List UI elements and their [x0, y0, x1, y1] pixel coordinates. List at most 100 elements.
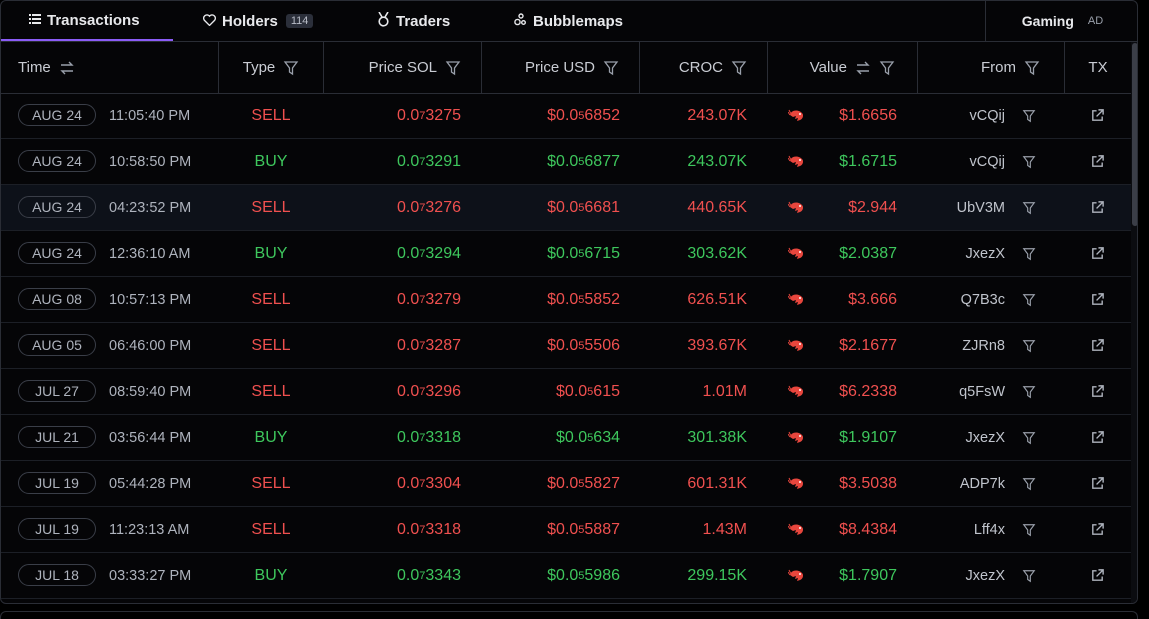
tab-traders[interactable]: Traders: [377, 1, 450, 41]
date-pill: AUG 24: [18, 196, 96, 218]
external-link-icon[interactable]: [1088, 277, 1106, 322]
maker-address[interactable]: q5FsW: [931, 369, 1005, 414]
filter-icon[interactable]: [1024, 60, 1040, 76]
filter-icon[interactable]: [1020, 139, 1038, 184]
maker-address[interactable]: ZJRn8: [931, 323, 1005, 368]
croc-amount-cell: 601.31K: [687, 474, 747, 492]
table-row[interactable]: AUG 24 10:58:50 PM BUY 0.0 7 3291 $0.0 5 687…: [1, 139, 1131, 185]
column-tx: TX: [1065, 42, 1131, 93]
gaming-ad[interactable]: Gaming AD: [985, 1, 1137, 41]
price-usd-cell: $0.0 5 615: [556, 382, 620, 400]
tab-transactions[interactable]: Transactions: [1, 1, 173, 41]
time-cell: 08:59:40 PM: [109, 383, 192, 400]
filter-icon[interactable]: [603, 60, 619, 76]
column-price-usd[interactable]: Price USD: [482, 42, 640, 93]
filter-icon[interactable]: [1020, 323, 1038, 368]
filter-icon[interactable]: [1020, 415, 1038, 460]
maker-address[interactable]: UbV3M: [931, 185, 1005, 230]
external-link-icon[interactable]: [1088, 231, 1106, 276]
filter-icon[interactable]: [1020, 277, 1038, 322]
price-sol-cell: 0.0 7 3291: [397, 152, 461, 170]
maker-address[interactable]: vCQij: [931, 139, 1005, 184]
tab-bubblemaps-label: Bubblemaps: [533, 12, 624, 30]
shrimp-icon: [787, 461, 805, 506]
external-link-icon[interactable]: [1088, 553, 1106, 598]
filter-icon[interactable]: [1020, 553, 1038, 598]
table-row[interactable]: JUL 19 05:44:28 PM SELL 0.0 7 3304 $0.0 5 58…: [1, 461, 1131, 507]
external-link-icon[interactable]: [1088, 461, 1106, 506]
column-from[interactable]: From: [918, 42, 1065, 93]
type-cell: BUY: [254, 566, 288, 584]
filter-icon[interactable]: [1020, 369, 1038, 414]
filter-icon[interactable]: [1020, 507, 1038, 552]
column-value[interactable]: Value: [768, 42, 918, 93]
filter-icon[interactable]: [283, 60, 299, 76]
time-cell: 05:44:28 PM: [109, 475, 192, 492]
table-row[interactable]: AUG 05 06:46:00 PM SELL 0.0 7 3287 $0.0 5 55…: [1, 323, 1131, 369]
maker-address[interactable]: vCQij: [931, 93, 1005, 138]
external-link-icon[interactable]: [1088, 369, 1106, 414]
table-row[interactable]: JUL 21 03:56:44 PM BUY 0.0 7 3318 $0.0 5 634…: [1, 415, 1131, 461]
filter-icon[interactable]: [731, 60, 747, 76]
table-row[interactable]: JUL 27 08:59:40 PM SELL 0.0 7 3296 $0.0 5 61…: [1, 369, 1131, 415]
filter-icon[interactable]: [1020, 185, 1038, 230]
date-pill: AUG 24: [18, 150, 96, 172]
external-link-icon[interactable]: [1088, 185, 1106, 230]
maker-address[interactable]: JxezX: [931, 553, 1006, 598]
swap-icon[interactable]: [59, 60, 75, 76]
column-price-sol[interactable]: Price SOL: [324, 42, 482, 93]
price-sol-cell: 0.0 7 3294: [397, 244, 461, 262]
table-row[interactable]: JUL 18 03:33:27 PM BUY 0.0 7 3343 $0.0 5 598…: [1, 553, 1131, 599]
external-link-icon[interactable]: [1088, 415, 1106, 460]
filter-icon[interactable]: [1020, 461, 1038, 506]
external-link-icon[interactable]: [1088, 507, 1106, 552]
maker-address[interactable]: Q7B3c: [931, 277, 1005, 322]
shrimp-icon: [787, 553, 805, 598]
shrimp-icon: [787, 323, 805, 368]
filter-icon[interactable]: [1020, 231, 1038, 276]
filter-icon[interactable]: [1020, 93, 1038, 138]
external-link-icon[interactable]: [1088, 323, 1106, 368]
maker-address[interactable]: JxezX: [931, 231, 1006, 276]
column-from-label: From: [981, 59, 1016, 76]
price-sol-prefix: 0.0: [397, 106, 420, 124]
maker-address[interactable]: ADP7k: [931, 461, 1005, 506]
price-usd-digits: 5827: [584, 474, 620, 492]
column-time[interactable]: Time: [1, 42, 219, 93]
scrollbar-thumb[interactable]: [1132, 43, 1137, 226]
filter-icon[interactable]: [445, 60, 461, 76]
external-link-icon[interactable]: [1088, 139, 1106, 184]
type-cell: SELL: [251, 474, 291, 492]
tab-bubblemaps[interactable]: Bubblemaps: [514, 1, 623, 41]
table-row[interactable]: AUG 08 10:57:13 PM SELL 0.0 7 3279 $0.0 5 58…: [1, 277, 1131, 323]
gaming-label: Gaming: [1021, 13, 1074, 29]
type-cell: SELL: [251, 290, 291, 308]
price-sol-cell: 0.0 7 3275: [397, 106, 461, 124]
filter-icon[interactable]: [879, 60, 895, 76]
column-price-usd-label: Price USD: [524, 59, 595, 76]
price-usd-prefix: $0.0: [547, 474, 579, 492]
tab-traders-label: Traders: [396, 12, 451, 30]
column-croc[interactable]: CROC: [640, 42, 768, 93]
croc-amount-cell: 440.65K: [687, 198, 747, 216]
time-cell: 12:36:10 AM: [109, 245, 191, 262]
price-sol-digits: 3279: [425, 290, 461, 308]
bubbles-icon: [514, 13, 527, 29]
swap-icon[interactable]: [855, 60, 871, 76]
price-usd-digits: 6852: [584, 106, 620, 124]
column-type[interactable]: Type: [219, 42, 324, 93]
table-row[interactable]: AUG 24 12:36:10 AM BUY 0.0 7 3294 $0.0 5 671…: [1, 231, 1131, 277]
external-link-icon[interactable]: [1088, 93, 1106, 138]
maker-address[interactable]: JxezX: [931, 415, 1006, 460]
price-sol-cell: 0.0 7 3279: [397, 290, 461, 308]
price-usd-digits: 5887: [584, 520, 620, 538]
column-tx-label: TX: [1088, 59, 1108, 76]
maker-address[interactable]: Lff4x: [931, 507, 1005, 552]
price-usd-digits: 615: [593, 382, 620, 400]
table-row[interactable]: AUG 24 04:23:52 PM SELL 0.0 7 3276 $0.0 5 66…: [1, 185, 1131, 231]
table-row[interactable]: JUL 19 11:23:13 AM SELL 0.0 7 3318 $0.0 5 58…: [1, 507, 1131, 553]
tab-holders[interactable]: Holders 114: [203, 1, 314, 41]
type-cell: BUY: [254, 244, 288, 262]
price-usd-digits: 6715: [584, 244, 620, 262]
table-row[interactable]: AUG 24 11:05:40 PM SELL 0.0 7 3275 $0.0 5 68…: [1, 93, 1131, 139]
